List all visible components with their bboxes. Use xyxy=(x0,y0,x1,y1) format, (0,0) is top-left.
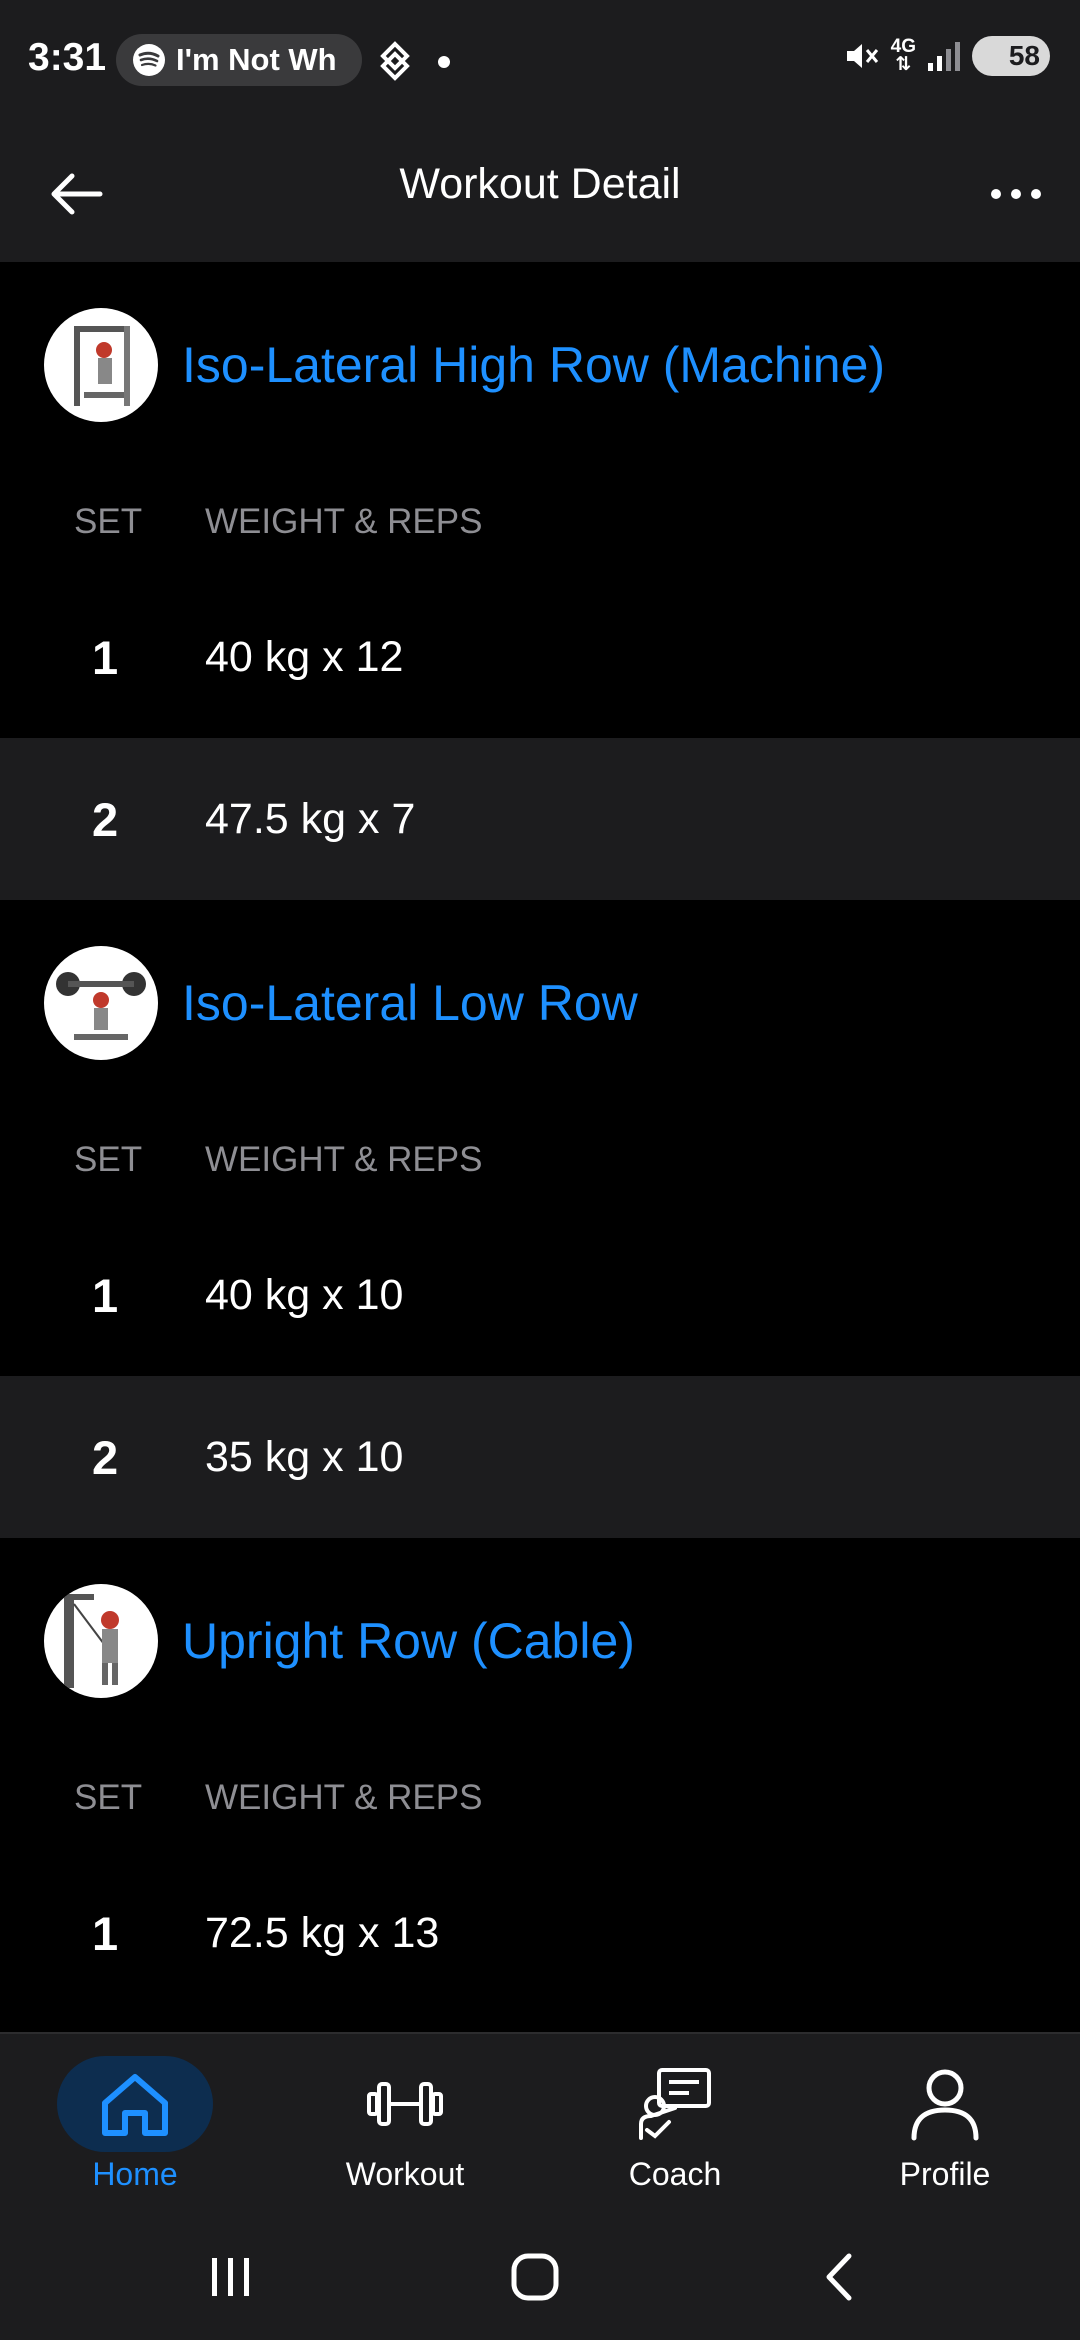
col-set-label: SET xyxy=(74,502,143,541)
media-pill[interactable]: I'm Not Wh xyxy=(116,34,362,86)
nav-label: Workout xyxy=(345,2156,465,2192)
set-number: 2 xyxy=(92,1430,119,1484)
status-time: 3:31 xyxy=(28,36,107,79)
nav-icon-wrap xyxy=(867,2056,1023,2152)
column-headers: SET WEIGHT & REPS xyxy=(0,1106,1080,1214)
system-nav-bar xyxy=(0,2212,1080,2340)
home-icon xyxy=(102,2074,168,2136)
battery-indicator: 58 xyxy=(972,36,1050,76)
exercise-name: Iso-Lateral Low Row xyxy=(182,975,638,1031)
col-weight-reps-label: WEIGHT & REPS xyxy=(205,1140,483,1179)
nav-item-coach[interactable]: Coach xyxy=(540,2034,810,2214)
more-options-button[interactable] xyxy=(980,158,1052,230)
status-icons: 4G ⇅ 58 xyxy=(843,36,1050,76)
spotify-icon xyxy=(133,44,165,76)
nav-icon-wrap xyxy=(597,2056,753,2152)
workout-content: Iso-Lateral High Row (Machine) SET WEIGH… xyxy=(0,262,1080,2032)
nav-label: Home xyxy=(92,2156,178,2192)
set-row: 1 40 kg x 10 xyxy=(0,1214,1080,1376)
exercise-block: Upright Row (Cable) SET WEIGHT & REPS 1 … xyxy=(0,1538,1080,2014)
col-weight-reps-label: WEIGHT & REPS xyxy=(205,1778,483,1817)
exercise-header[interactable]: Upright Row (Cable) xyxy=(0,1538,1080,1744)
network-type: 4G ⇅ xyxy=(890,36,916,75)
nav-item-home[interactable]: Home xyxy=(0,2034,270,2214)
set-value: 47.5 kg x 7 xyxy=(205,794,416,843)
set-row: 1 40 kg x 12 xyxy=(0,576,1080,738)
set-row: 1 72.5 kg x 13 xyxy=(0,1852,1080,2014)
more-dot xyxy=(1031,189,1041,199)
exercise-header[interactable]: Iso-Lateral High Row (Machine) xyxy=(0,262,1080,468)
set-value: 72.5 kg x 13 xyxy=(205,1908,440,1957)
machine-row-illustration xyxy=(74,326,130,406)
more-dot xyxy=(991,189,1001,199)
more-dot xyxy=(1011,189,1021,199)
dumbbell-icon xyxy=(367,2082,443,2126)
set-number: 1 xyxy=(92,1906,119,1960)
nav-label: Coach xyxy=(628,2156,722,2192)
app-header: Workout Detail xyxy=(0,120,1080,262)
set-row: 2 47.5 kg x 7 xyxy=(0,738,1080,900)
cable-row-illustration xyxy=(64,1594,119,1688)
profile-icon xyxy=(911,2069,979,2141)
home-circle-icon xyxy=(511,2253,559,2301)
set-value: 40 kg x 12 xyxy=(205,632,404,681)
notification-dot xyxy=(438,56,450,68)
mute-icon xyxy=(846,44,878,68)
low-row-illustration xyxy=(56,972,146,1040)
status-bar: 3:31 I'm Not Wh 4G ⇅ 58 xyxy=(0,0,1080,120)
col-weight-reps-label: WEIGHT & REPS xyxy=(205,502,483,541)
exercise-thumbnail xyxy=(44,308,158,422)
set-row: 2 35 kg x 10 xyxy=(0,1376,1080,1538)
column-headers: SET WEIGHT & REPS xyxy=(0,468,1080,576)
nav-item-workout[interactable]: Workout xyxy=(270,2034,540,2214)
bottom-nav: Home Workout Coach Profile xyxy=(0,2032,1080,2212)
coach-icon xyxy=(639,2068,711,2140)
nav-label: Profile xyxy=(899,2156,991,2192)
exercise-block: Iso-Lateral Low Row SET WEIGHT & REPS 1 … xyxy=(0,900,1080,1538)
set-number: 1 xyxy=(92,630,119,684)
chevron-left-icon xyxy=(826,2253,852,2301)
nav-icon-wrap xyxy=(327,2056,483,2152)
exercise-thumbnail xyxy=(44,1584,158,1698)
home-system-button[interactable] xyxy=(490,2242,580,2312)
signal-icon xyxy=(928,42,960,71)
page-title: Workout Detail xyxy=(399,160,681,208)
col-set-label: SET xyxy=(74,1778,143,1817)
set-value: 35 kg x 10 xyxy=(205,1432,404,1481)
nav-item-profile[interactable]: Profile xyxy=(810,2034,1080,2214)
set-number: 1 xyxy=(92,1268,119,1322)
exercise-name: Upright Row (Cable) xyxy=(182,1613,635,1669)
exercise-thumbnail xyxy=(44,946,158,1060)
recents-icon xyxy=(212,2258,249,2296)
column-headers: SET WEIGHT & REPS xyxy=(0,1744,1080,1852)
media-pill-text: I'm Not Wh xyxy=(176,42,337,77)
set-value: 40 kg x 10 xyxy=(205,1270,404,1319)
nav-icon-wrap xyxy=(57,2056,213,2152)
exercise-block: Iso-Lateral High Row (Machine) SET WEIGH… xyxy=(0,262,1080,900)
col-set-label: SET xyxy=(74,1140,143,1179)
recents-button[interactable] xyxy=(186,2242,276,2312)
sync-icon xyxy=(380,41,410,81)
exercise-header[interactable]: Iso-Lateral Low Row xyxy=(0,900,1080,1106)
back-system-button[interactable] xyxy=(794,2242,884,2312)
set-number: 2 xyxy=(92,792,119,846)
exercise-name: Iso-Lateral High Row (Machine) xyxy=(182,337,886,393)
